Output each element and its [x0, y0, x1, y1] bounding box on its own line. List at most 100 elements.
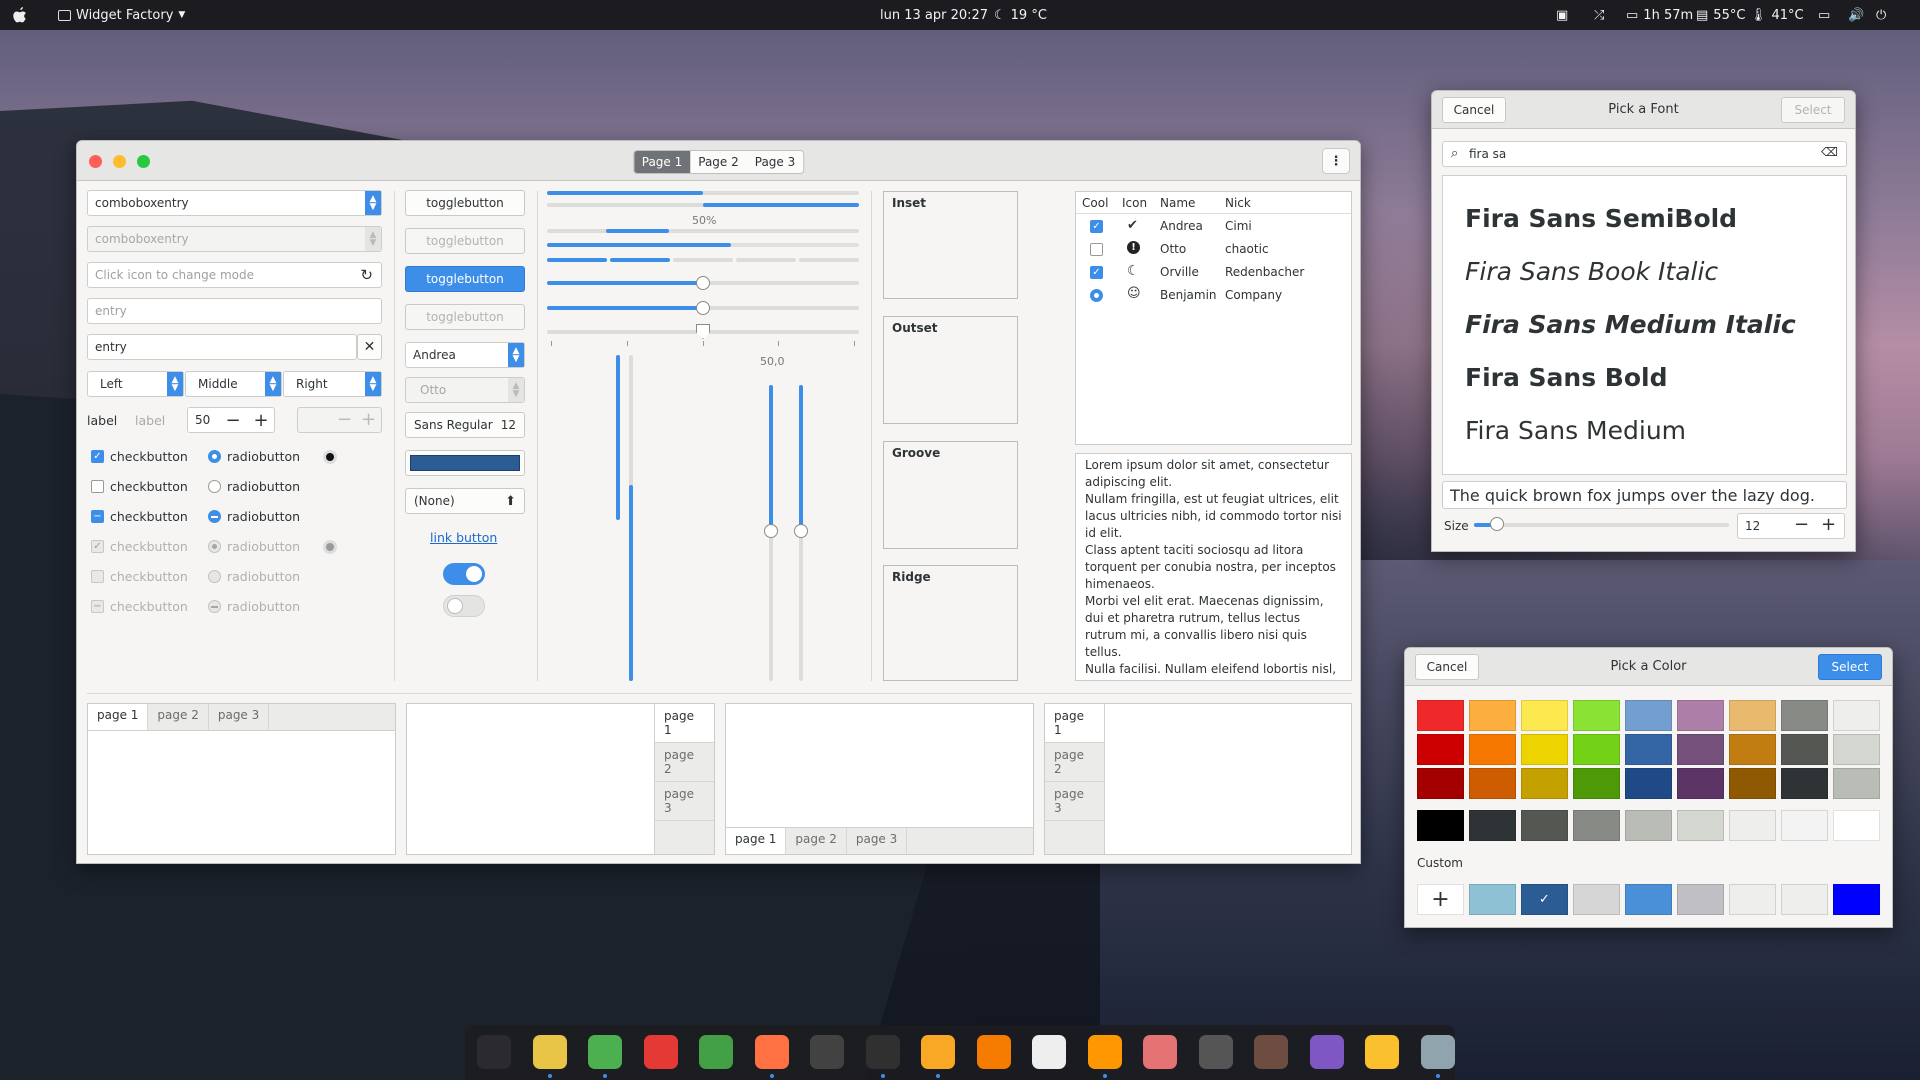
color-swatch[interactable]: [1573, 700, 1620, 731]
app-grid-icon[interactable]: [477, 1035, 511, 1069]
music-icon[interactable]: [1365, 1035, 1399, 1069]
font-item[interactable]: Fira Sans Medium: [1465, 416, 1686, 445]
switch-on[interactable]: [443, 563, 485, 585]
notebook-tab[interactable]: page 2: [786, 828, 847, 854]
firefox-icon[interactable]: [754, 1035, 789, 1069]
color-swatch[interactable]: [1469, 700, 1516, 731]
battery-indicator[interactable]: ▭ 1h 57m: [1626, 0, 1693, 30]
row-check-icon[interactable]: ✓: [1090, 266, 1103, 279]
entry-field[interactable]: entry: [87, 334, 357, 360]
minimize-button[interactable]: [113, 155, 126, 168]
color-swatch[interactable]: [1417, 734, 1464, 765]
color-swatch[interactable]: [1677, 768, 1724, 799]
color-swatch[interactable]: [1729, 734, 1776, 765]
color-swatch[interactable]: [1625, 768, 1672, 799]
terminal-icon[interactable]: [865, 1035, 900, 1069]
chrome-icon[interactable]: [588, 1035, 622, 1069]
checkbutton-mixed[interactable]: − checkbutton: [91, 509, 188, 524]
shuffle-icon[interactable]: ⤮: [1594, 0, 1604, 30]
weather[interactable]: ☾ 19 °C: [994, 0, 1047, 30]
notebook-tab[interactable]: page 3: [847, 828, 908, 854]
primary-menu-button[interactable]: ⋮: [1322, 148, 1350, 174]
custom-swatch[interactable]: [1729, 884, 1776, 915]
notebook-tab[interactable]: page 1: [1045, 704, 1104, 743]
notebook-tab[interactable]: page 1: [655, 704, 714, 743]
gray-swatch[interactable]: [1833, 810, 1880, 841]
gray-swatch[interactable]: [1521, 810, 1568, 841]
media-player-icon[interactable]: [1309, 1035, 1344, 1069]
notebook-tab[interactable]: page 3: [209, 704, 270, 730]
puzzle-icon[interactable]: [699, 1035, 733, 1069]
color-swatch[interactable]: [1677, 700, 1724, 731]
custom-swatch[interactable]: [1833, 884, 1880, 915]
notebook-tab[interactable]: page 1: [726, 828, 787, 854]
size-increment-icon[interactable]: +: [1821, 514, 1836, 535]
color-swatch[interactable]: [1729, 768, 1776, 799]
volume-icon[interactable]: 🔊: [1848, 0, 1864, 30]
font-size-scale[interactable]: [1474, 523, 1729, 527]
checkbutton-checked[interactable]: ✓ checkbutton: [91, 449, 188, 464]
refresh-icon[interactable]: ↻: [360, 266, 373, 284]
color-swatch[interactable]: [1781, 768, 1828, 799]
tree-row[interactable]: ☺ Benjamin Company: [1076, 284, 1351, 306]
cpu-temp-indicator[interactable]: ▤ 55°C: [1696, 0, 1745, 30]
color-swatch[interactable]: [1521, 734, 1568, 765]
custom-swatch[interactable]: [1677, 884, 1724, 915]
text-view[interactable]: Lorem ipsum dolor sit amet, consectetur …: [1075, 453, 1352, 681]
gray-swatch[interactable]: [1729, 810, 1776, 841]
radiobutton-mixed[interactable]: radiobutton: [208, 509, 300, 524]
color-swatch[interactable]: [1781, 734, 1828, 765]
switch-off[interactable]: [443, 595, 485, 617]
tab-page-3[interactable]: Page 3: [747, 151, 804, 173]
gray-swatch[interactable]: [1469, 810, 1516, 841]
mail-icon[interactable]: [921, 1035, 955, 1069]
row-check-icon[interactable]: ✓: [1090, 220, 1103, 233]
color-swatch[interactable]: [1469, 734, 1516, 765]
entry-placeholder-field[interactable]: entry: [87, 298, 382, 324]
notebook-tab[interactable]: page 2: [148, 704, 209, 730]
font-search-entry[interactable]: ⌕ fira sa ⌫: [1442, 141, 1847, 167]
combo-arrow-icon[interactable]: ▲ ▼: [365, 191, 381, 215]
custom-swatch[interactable]: [1469, 884, 1516, 915]
font-item[interactable]: Fira Sans Bold: [1465, 363, 1668, 392]
widget-factory-icon[interactable]: [1420, 1035, 1455, 1069]
sublime-icon[interactable]: [976, 1035, 1011, 1069]
color-swatch[interactable]: [1729, 700, 1776, 731]
gray-swatch[interactable]: [1677, 810, 1724, 841]
spin-increment-button[interactable]: +: [247, 407, 275, 433]
notebook-tab[interactable]: page 3: [1045, 782, 1104, 821]
custom-swatch[interactable]: [1625, 884, 1672, 915]
font-item[interactable]: Fira Sans Medium Italic: [1465, 310, 1796, 339]
select-button[interactable]: Select: [1818, 654, 1882, 680]
row-radio-icon[interactable]: [1090, 289, 1103, 302]
color-swatch[interactable]: [1781, 700, 1828, 731]
color-button[interactable]: [405, 450, 525, 476]
gpu-temp-indicator[interactable]: 🌡 41°C: [1750, 0, 1804, 30]
color-swatch[interactable]: [1573, 734, 1620, 765]
radiobutton-off[interactable]: radiobutton: [208, 479, 300, 494]
gray-swatch[interactable]: [1417, 810, 1464, 841]
color-swatch[interactable]: [1521, 768, 1568, 799]
spin-decrement-button[interactable]: −: [219, 407, 247, 433]
combo-middle[interactable]: Middle ▲ ▼: [185, 371, 282, 397]
custom-swatch[interactable]: [1573, 884, 1620, 915]
notebook-tab[interactable]: page 1: [88, 704, 149, 730]
togglebutton-1[interactable]: togglebutton: [405, 190, 525, 216]
link-button[interactable]: link button: [430, 530, 497, 545]
apple-menu-icon[interactable]: [12, 0, 28, 30]
app-menu[interactable]: Widget Factory ▼: [58, 0, 185, 30]
combobox[interactable]: Andrea ▲ ▼: [405, 342, 525, 368]
text-editor-icon[interactable]: [810, 1035, 844, 1069]
scale-1-handle[interactable]: [696, 276, 710, 290]
font-item[interactable]: Fira Sans SemiBold: [1465, 204, 1737, 233]
col-nick[interactable]: Nick: [1225, 196, 1251, 210]
maximize-button[interactable]: [137, 155, 150, 168]
home-icon[interactable]: [1087, 1035, 1122, 1069]
color-swatch[interactable]: [1573, 768, 1620, 799]
close-button[interactable]: [89, 155, 102, 168]
radiobutton-on[interactable]: radiobutton: [208, 449, 300, 464]
custom-swatch[interactable]: [1781, 884, 1828, 915]
clear-icon[interactable]: ⌫: [1821, 145, 1838, 159]
tab-page-1[interactable]: Page 1: [633, 151, 691, 173]
color-swatch[interactable]: [1625, 734, 1672, 765]
